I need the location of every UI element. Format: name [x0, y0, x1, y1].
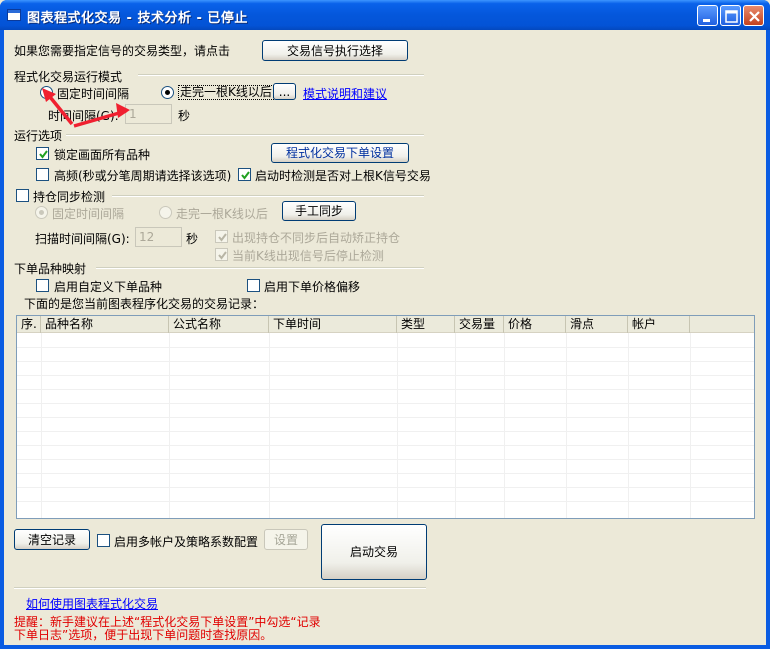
app-icon: [7, 9, 21, 21]
checkmark-icon: [39, 150, 48, 159]
lock-all-label[interactable]: 锁定画面所有品种: [54, 146, 150, 163]
price-offset-checkbox[interactable]: [247, 279, 260, 292]
stop-detect-checkbox[interactable]: [215, 248, 228, 261]
sync-after-kline-radio[interactable]: [159, 206, 172, 219]
col-symbol[interactable]: 品种名称: [41, 316, 169, 333]
run-mode-title: 程式化交易运行模式: [14, 70, 123, 84]
mode-help-link[interactable]: 模式说明和建议: [303, 85, 387, 102]
multi-account-settings-button[interactable]: 设置: [264, 529, 308, 550]
after-kline-label[interactable]: 走完一根K线以后: [178, 85, 274, 100]
bottom-separator: [14, 587, 426, 589]
auto-fix-checkbox[interactable]: [215, 230, 228, 243]
custom-symbol-label[interactable]: 启用自定义下单品种: [54, 278, 162, 295]
run-options-title: 运行选项: [14, 129, 63, 143]
howto-link[interactable]: 如何使用图表程式化交易: [26, 595, 158, 612]
col-order-time[interactable]: 下单时间: [269, 316, 397, 333]
check-last-signal-label[interactable]: 启动时检测是否对上根K信号交易: [255, 167, 431, 184]
scan-interval-unit: 秒: [186, 232, 199, 246]
price-offset-label[interactable]: 启用下单价格偏移: [264, 278, 360, 295]
app-window: 图表程式化交易 - 技术分析 - 已停止 如果您需要指定信号的交易类型，请点击 …: [0, 0, 770, 649]
order-mapping-title: 下单品种映射: [14, 262, 87, 276]
auto-fix-label[interactable]: 出现持仓不同步后自动矫正持仓: [232, 229, 400, 246]
mode-more-button[interactable]: ...: [273, 83, 296, 100]
sync-fixed-interval-label[interactable]: 固定时间间隔: [52, 205, 124, 222]
close-button[interactable]: [743, 5, 764, 26]
position-sync-title[interactable]: 持仓同步检测: [33, 188, 105, 205]
window-title: 图表程式化交易 - 技术分析 - 已停止: [27, 11, 248, 26]
minimize-icon: [703, 19, 710, 22]
sync-fixed-interval-radio[interactable]: [35, 206, 48, 219]
records-table[interactable]: 序. 品种名称 公式名称 下单时间 类型 交易量 价格 滑点 帐户: [16, 315, 755, 519]
interval-unit: 秒: [178, 109, 191, 123]
position-sync-separator: [112, 195, 424, 197]
maximize-icon: [725, 10, 738, 23]
col-formula[interactable]: 公式名称: [169, 316, 269, 333]
col-account[interactable]: 帐户: [628, 316, 690, 333]
scan-interval-label: 扫描时间间隔(G):: [35, 232, 130, 246]
col-type[interactable]: 类型: [397, 316, 455, 333]
start-trading-button[interactable]: 启动交易: [321, 524, 427, 580]
maximize-button[interactable]: [720, 5, 741, 26]
stop-detect-label[interactable]: 当前K线出现信号后停止检测: [232, 247, 384, 264]
col-slippage[interactable]: 滑点: [566, 316, 628, 333]
manual-sync-button[interactable]: 手工同步: [282, 201, 356, 221]
multi-account-label[interactable]: 启用多帐户及策略系数配置: [114, 533, 258, 550]
dialog-body: 如果您需要指定信号的交易类型，请点击 交易信号执行选择 程式化交易运行模式 固定…: [4, 30, 766, 645]
tip-line-2: 下单日志”选项，便于出现下单问题时查找原因。: [14, 628, 273, 642]
clear-records-button[interactable]: 清空记录: [14, 529, 90, 550]
checkmark-icon: [241, 171, 250, 180]
custom-symbol-checkbox[interactable]: [36, 279, 49, 292]
col-price[interactable]: 价格: [504, 316, 566, 333]
sync-after-kline-label[interactable]: 走完一根K线以后: [176, 205, 268, 222]
records-caption: 下面的是您当前图表程序化交易的交易记录：: [24, 297, 265, 311]
run-options-separator: [66, 134, 424, 136]
high-freq-label[interactable]: 高频(秒或分笔周期请选择该选项): [54, 167, 231, 184]
minimize-button[interactable]: [697, 5, 718, 26]
col-volume[interactable]: 交易量: [455, 316, 504, 333]
records-table-header: 序. 品种名称 公式名称 下单时间 类型 交易量 价格 滑点 帐户: [17, 316, 754, 333]
check-last-signal-checkbox[interactable]: [238, 168, 251, 181]
high-freq-checkbox[interactable]: [36, 168, 49, 181]
after-kline-radio[interactable]: [161, 86, 174, 99]
checkmark-icon: [218, 233, 227, 242]
scan-interval-input[interactable]: 12: [135, 227, 182, 247]
checkmark-icon: [218, 251, 227, 260]
signal-select-button[interactable]: 交易信号执行选择: [262, 40, 408, 61]
title-bar[interactable]: 图表程式化交易 - 技术分析 - 已停止: [0, 0, 770, 30]
run-mode-separator: [138, 74, 424, 76]
multi-account-checkbox[interactable]: [97, 534, 110, 547]
position-sync-checkbox[interactable]: [16, 189, 29, 202]
close-icon: [749, 11, 760, 22]
lock-all-checkbox[interactable]: [36, 147, 49, 160]
col-index[interactable]: 序.: [17, 316, 41, 333]
signal-select-prompt: 如果您需要指定信号的交易类型，请点击: [14, 44, 231, 58]
order-mapping-separator: [96, 267, 424, 269]
order-settings-button[interactable]: 程式化交易下单设置: [271, 143, 409, 163]
